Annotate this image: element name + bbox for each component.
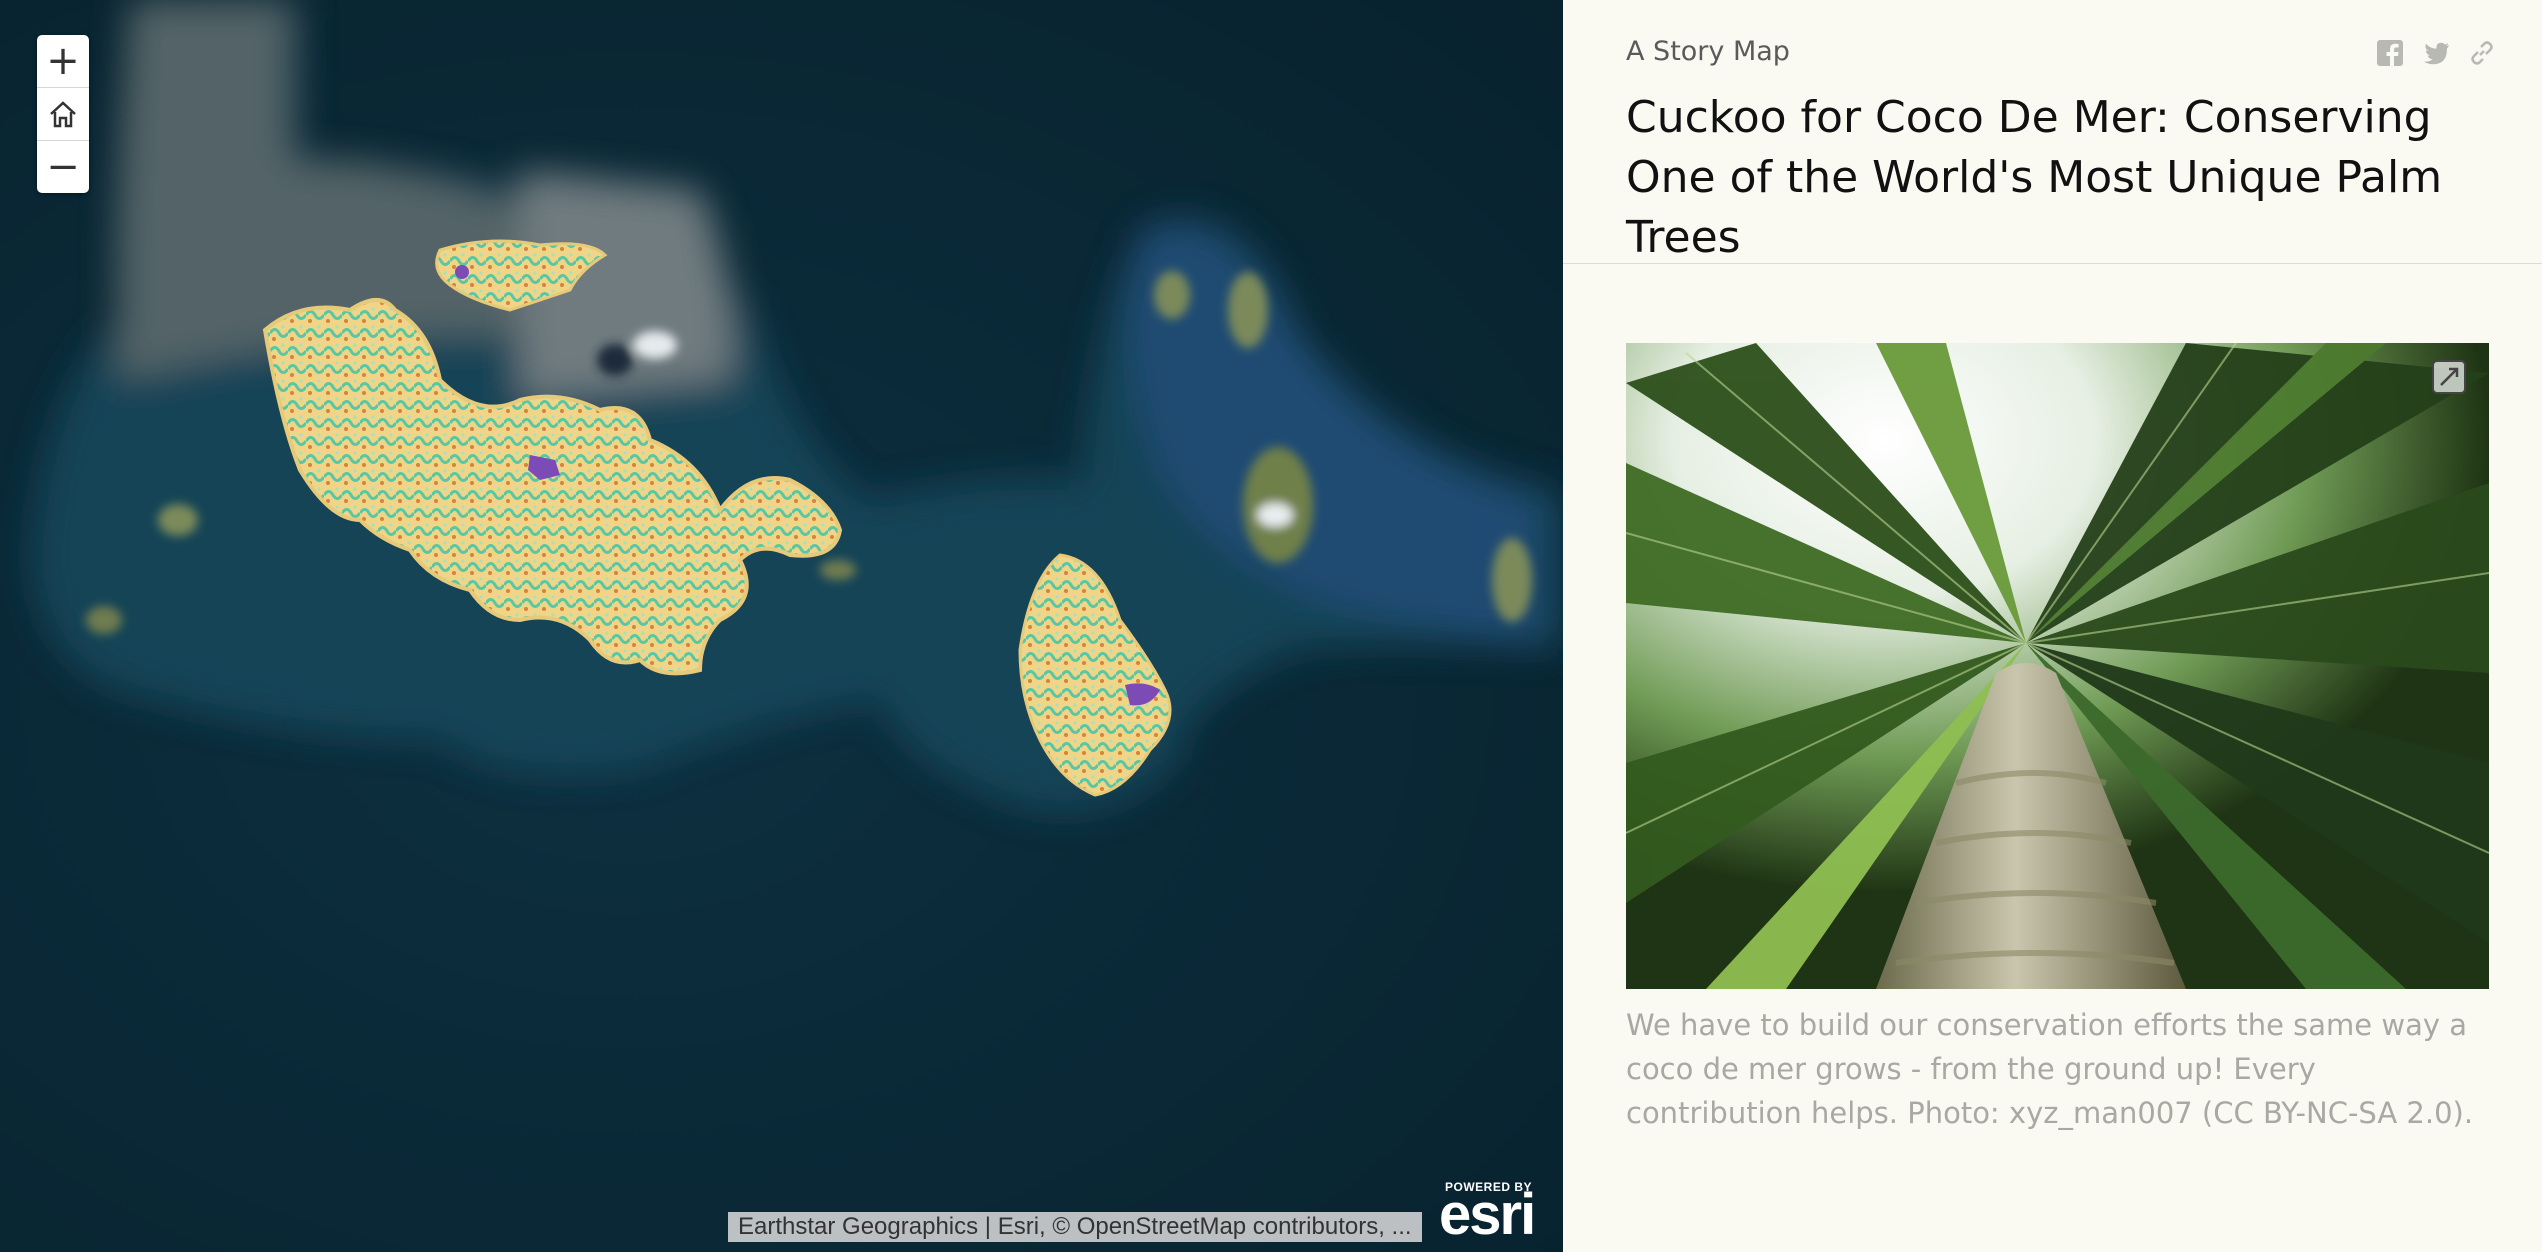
- home-button[interactable]: [37, 87, 89, 140]
- facebook-icon[interactable]: [2375, 38, 2405, 68]
- link-icon[interactable]: [2467, 38, 2497, 68]
- zoom-in-button[interactable]: +: [37, 35, 89, 87]
- story-title: Cuckoo for Coco De Mer: Conserving One o…: [1626, 92, 2443, 263]
- story-panel[interactable]: A Story Map Cuckoo for Coco De Mer: Cons…: [1563, 0, 2542, 1252]
- zoom-out-button[interactable]: −: [37, 140, 89, 193]
- palm-photo[interactable]: [1626, 343, 2489, 989]
- home-icon: [50, 101, 76, 128]
- twitter-icon[interactable]: [2421, 38, 2451, 68]
- zoom-control: + −: [37, 35, 89, 193]
- palm-photo-image: [1626, 343, 2489, 989]
- map-attribution[interactable]: Earthstar Geographics | Esri, © OpenStre…: [728, 1212, 1422, 1242]
- map-view[interactable]: + − Earthstar Geographics | Esri, © Open…: [0, 0, 1563, 1252]
- panel-header: A Story Map Cuckoo for Coco De Mer: Cons…: [1563, 0, 2542, 264]
- expand-icon[interactable]: [2429, 357, 2469, 397]
- story-kicker: A Story Map: [1626, 36, 1790, 67]
- share-bar: [2375, 38, 2497, 68]
- esri-wordmark: esri: [1439, 1182, 1536, 1247]
- esri-logo[interactable]: POWERED BY esri: [1439, 1180, 1549, 1247]
- satellite-imagery: [30, 0, 1563, 814]
- photo-caption: We have to build our conservation effort…: [1626, 1008, 2474, 1130]
- story-section: We have to build our conservation effort…: [1626, 343, 2489, 1135]
